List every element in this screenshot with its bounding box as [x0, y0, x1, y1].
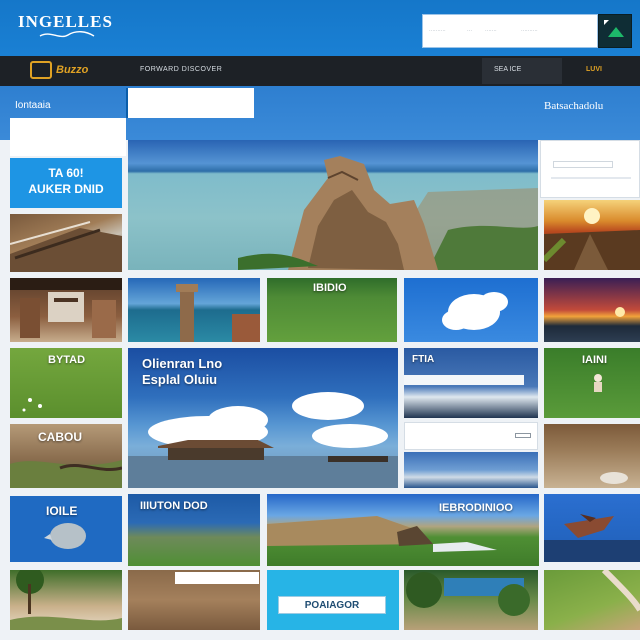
road-sunset-image [544, 208, 640, 270]
photo-tile-grass[interactable]: BYTAD [10, 348, 122, 418]
search-icon [604, 20, 624, 37]
green-person-caption: IAINI [582, 354, 608, 366]
photo-tile-cloud[interactable] [404, 278, 538, 342]
band-input-box[interactable] [126, 88, 254, 118]
forest-coast-image [406, 572, 530, 616]
hero-image[interactable] [128, 140, 538, 270]
search-placeholder-2: ··· [467, 28, 472, 34]
search-placeholder-1: ·········· [429, 28, 446, 34]
photo-tile-beach[interactable]: CABOU [10, 424, 122, 488]
plane-image [544, 514, 640, 562]
search-input[interactable]: ·········· ··· ······· ·········· [422, 14, 598, 48]
nav-link-luvi[interactable]: LUVI [586, 66, 602, 73]
photo-tile-market[interactable] [10, 278, 122, 342]
grass-caption: BYTAD [48, 354, 86, 366]
column-image [176, 284, 260, 342]
photo-tile-wide-landscape[interactable]: IEBRODINIOO [267, 494, 539, 566]
blue-tile-caption: IOILE [46, 504, 78, 518]
gravel-label-tab [175, 572, 259, 584]
promo-card[interactable]: TA 60! AUKER DNID [10, 158, 122, 208]
photo-tile-blue-stone[interactable]: IOILE [10, 496, 122, 562]
search-placeholder-4: ·········· [521, 28, 538, 34]
search-button[interactable] [598, 14, 632, 48]
left-white-card [10, 118, 126, 156]
info-card-line [515, 433, 531, 438]
coast-caption: IIIUTON DOD [140, 500, 208, 512]
search-placeholder-3: ······· [485, 28, 497, 34]
photo-tile-desert[interactable] [544, 424, 640, 488]
right-search-input[interactable] [553, 161, 613, 168]
photo-tile-field[interactable]: IBIDIO [267, 278, 397, 342]
feature-panel[interactable]: Olienran Lno Esplal Oluiu [128, 348, 398, 488]
field-caption: IBIDIO [313, 282, 347, 294]
market-image [10, 278, 122, 338]
logo-swash-icon [39, 31, 95, 38]
band-left-label[interactable]: Iontaaia [15, 100, 51, 111]
photo-tile-palms[interactable] [10, 570, 122, 630]
photo-tile-green-person[interactable]: IAINI [544, 348, 640, 418]
right-search-divider [551, 177, 631, 179]
site-logo[interactable]: INGELLES [18, 12, 113, 32]
palms-image [10, 570, 122, 630]
photo-tile-green-curve[interactable] [544, 570, 640, 630]
rock-formation-image [238, 156, 538, 270]
photo-tile-pier[interactable] [10, 214, 122, 272]
sea-sunset-image [615, 307, 625, 317]
photo-tile-sky[interactable] [404, 452, 538, 488]
wide-caption: IEBRODINIOO [439, 502, 513, 514]
nav-link-sea-ice-label: SEA ICE [494, 66, 522, 73]
photo-tile-coast[interactable]: IIIUTON DOD [128, 494, 260, 566]
photo-tile-plane[interactable] [544, 494, 640, 562]
feature-line-1: Olienran Lno [142, 356, 223, 371]
photo-tile-column[interactable] [128, 278, 260, 342]
beach-caption: CABOU [38, 430, 82, 444]
feature-line-2: Esplal Oluiu [142, 372, 218, 387]
promo-line-1: TA 60! [48, 166, 84, 180]
photo-tile-forest-coast[interactable] [404, 570, 538, 630]
mini-panel-bar [404, 375, 524, 385]
photo-tile-sunset-sea[interactable] [544, 278, 640, 342]
nav-link-sea-ice[interactable]: SEA ICE [482, 58, 562, 84]
brand-badge-icon [30, 61, 52, 79]
band-right-label[interactable]: Batsachadolu [544, 100, 603, 112]
nav-brand[interactable]: Buzzo [56, 64, 88, 76]
pier-image [10, 221, 122, 272]
cloud-image [442, 292, 508, 330]
nav-tagline: FORWARD DISCOVER [140, 66, 223, 73]
track-image [601, 570, 640, 612]
info-card[interactable] [404, 422, 538, 450]
photo-tile-sunset-road[interactable] [544, 200, 640, 270]
promo-line-2: AUKER DNID [28, 182, 104, 196]
right-search-card[interactable] [540, 140, 640, 198]
cyan-card-label[interactable]: POAIAGOR [278, 596, 386, 614]
desert-image [600, 472, 628, 484]
cyan-card-label-text: POAIAGOR [304, 600, 360, 611]
mini-panel-caption: FTIA [412, 354, 435, 365]
